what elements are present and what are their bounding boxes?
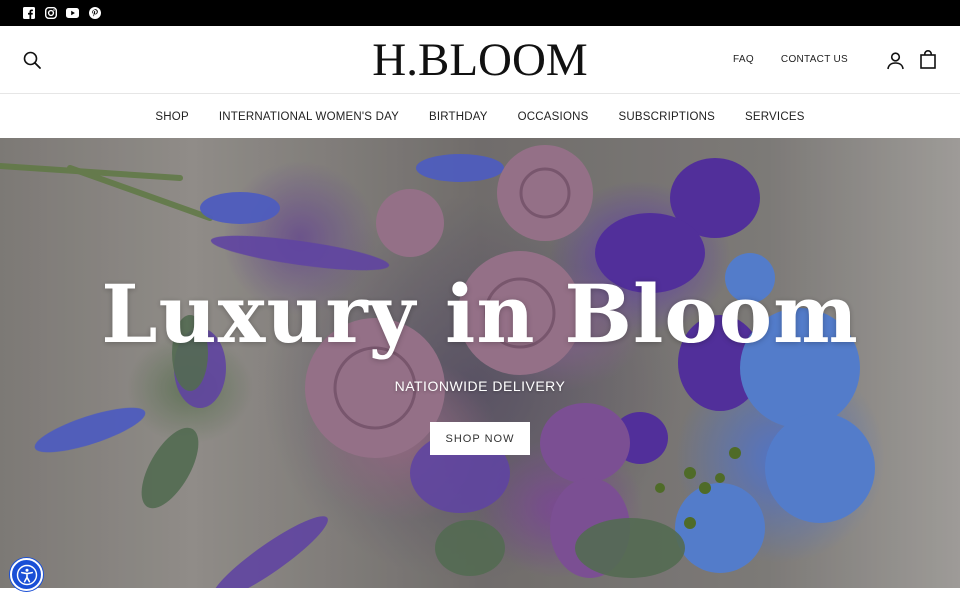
shop-now-button[interactable]: SHOP NOW (430, 422, 530, 455)
site-header: H.BLOOM FAQ CONTACT US (0, 26, 960, 94)
instagram-icon[interactable] (44, 7, 57, 20)
main-nav: SHOP INTERNATIONAL WOMEN'S DAY BIRTHDAY … (0, 95, 960, 138)
account-icon[interactable] (886, 51, 905, 70)
site-logo[interactable]: H.BLOOM (372, 34, 587, 86)
nav-item-services[interactable]: SERVICES (745, 111, 805, 123)
nav-item-birthday[interactable]: BIRTHDAY (429, 111, 488, 123)
contact-us-link[interactable]: CONTACT US (781, 54, 848, 65)
social-bar (0, 0, 960, 26)
pinterest-icon[interactable] (88, 7, 101, 20)
faq-link[interactable]: FAQ (733, 54, 754, 65)
header-links: FAQ CONTACT US (733, 54, 848, 65)
accessibility-icon (16, 564, 37, 585)
search-icon[interactable] (22, 50, 42, 70)
hero-overlay (0, 138, 960, 588)
nav-item-subscriptions[interactable]: SUBSCRIPTIONS (618, 111, 715, 123)
hero-title: Luxury in Bloom (101, 267, 859, 361)
hero-subtitle: NATIONWIDE DELIVERY (394, 378, 566, 394)
nav-item-shop[interactable]: SHOP (155, 111, 188, 123)
hero-banner: Luxury in Bloom NATIONWIDE DELIVERY SHOP… (0, 138, 960, 588)
shopping-bag-icon[interactable] (920, 50, 936, 69)
accessibility-button[interactable] (10, 558, 43, 591)
facebook-icon[interactable] (22, 7, 35, 20)
youtube-icon[interactable] (66, 7, 79, 20)
nav-item-international-womens-day[interactable]: INTERNATIONAL WOMEN'S DAY (219, 111, 399, 123)
nav-item-occasions[interactable]: OCCASIONS (518, 111, 589, 123)
